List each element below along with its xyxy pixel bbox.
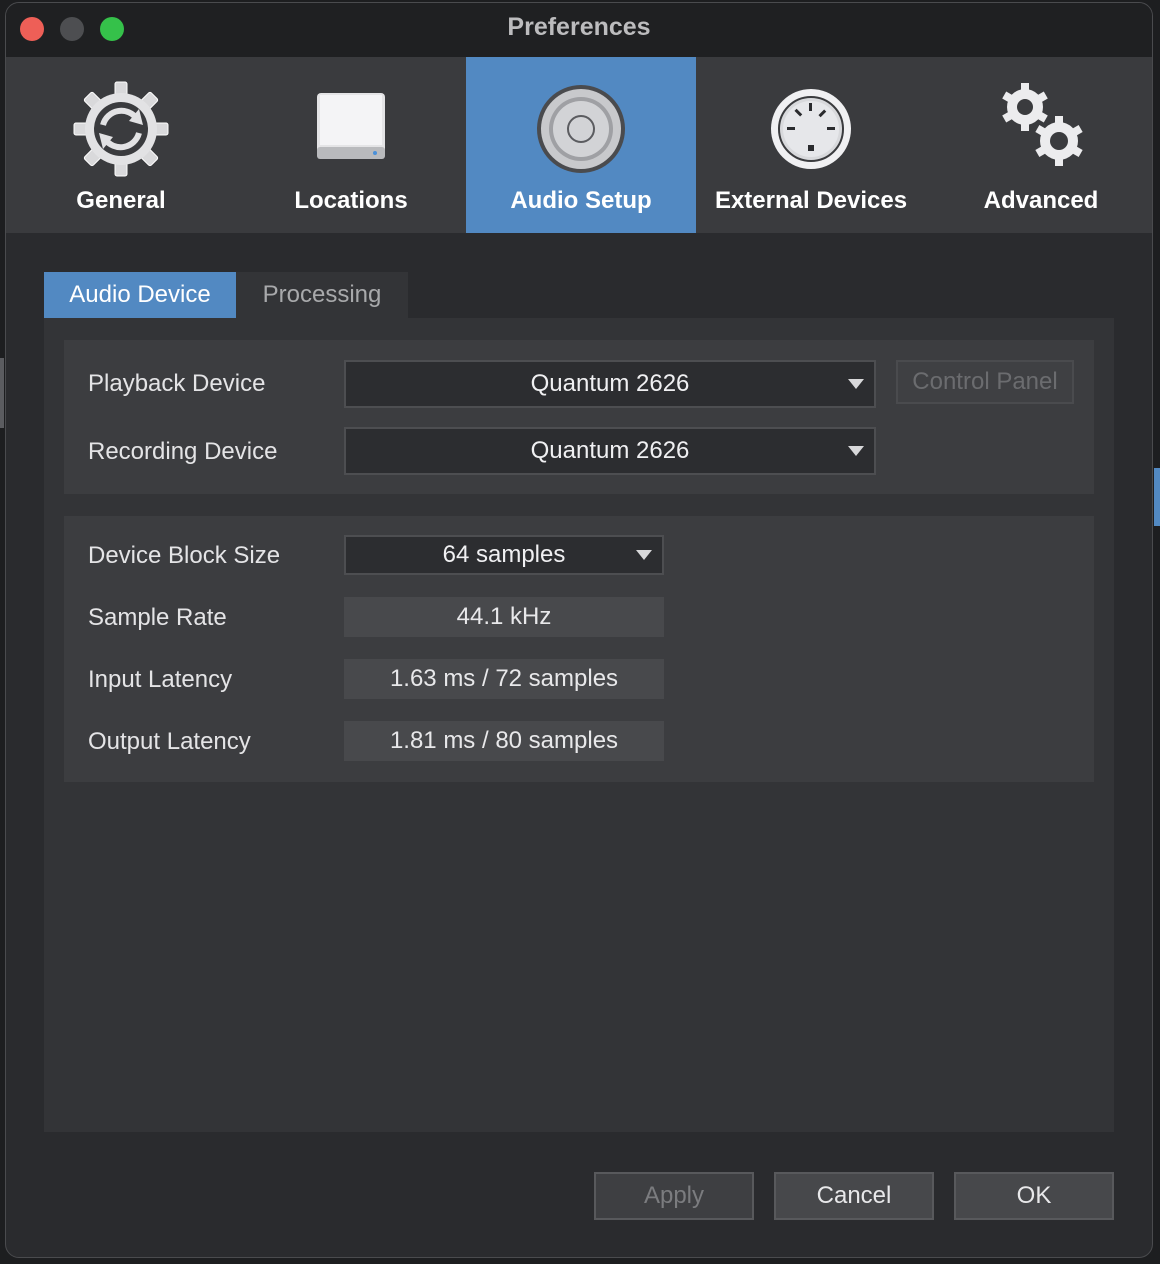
control-panel-button[interactable]: Control Panel xyxy=(896,360,1074,404)
apply-button[interactable]: Apply xyxy=(594,1172,754,1220)
tab-advanced-label: Advanced xyxy=(983,187,1099,214)
gears-icon xyxy=(1002,83,1083,166)
chevron-down-icon xyxy=(636,550,652,560)
block-size-value: 64 samples xyxy=(442,541,566,568)
preferences-window: Preferences General Locations Audio Setu… xyxy=(5,2,1153,1258)
background-window-edge xyxy=(0,358,4,428)
playback-device-label: Playback Device xyxy=(88,370,266,397)
sample-rate-label: Sample Rate xyxy=(88,604,227,631)
tab-external-devices[interactable]: External Devices xyxy=(696,57,926,233)
tab-general[interactable]: General xyxy=(6,57,236,233)
tab-locations[interactable]: Locations xyxy=(236,57,466,233)
tab-audio-setup[interactable]: Audio Setup xyxy=(466,57,696,233)
input-latency-value: 1.63 ms / 72 samples xyxy=(344,659,664,699)
midi-connector-icon xyxy=(771,89,851,169)
sample-rate-value: 44.1 kHz xyxy=(344,597,664,637)
subtab-processing[interactable]: Processing xyxy=(236,272,408,318)
block-size-dropdown[interactable]: 64 samples xyxy=(344,535,664,575)
window-title: Preferences xyxy=(507,13,651,41)
chevron-down-icon xyxy=(848,446,864,456)
tab-advanced[interactable]: Advanced xyxy=(926,57,1152,233)
tab-external-devices-label: External Devices xyxy=(714,187,908,214)
gear-cycle-icon xyxy=(73,81,169,177)
playback-device-value: Quantum 2626 xyxy=(530,370,690,397)
ok-button[interactable]: OK xyxy=(954,1172,1114,1220)
background-window-edge-accent xyxy=(1154,468,1160,526)
block-size-label: Device Block Size xyxy=(88,542,281,569)
preferences-toolbar: General Locations Audio Setup External D… xyxy=(6,57,1152,233)
tab-general-label: General xyxy=(76,187,166,214)
title-bar[interactable]: Preferences xyxy=(6,3,1152,57)
audio-device-panel: Playback Device Quantum 2626 Control Pan… xyxy=(44,318,1114,1132)
speaker-icon xyxy=(537,85,625,173)
chevron-down-icon xyxy=(848,379,864,389)
output-latency-label: Output Latency xyxy=(88,728,251,755)
playback-device-dropdown[interactable]: Quantum 2626 xyxy=(344,360,876,408)
tab-audio-setup-label: Audio Setup xyxy=(510,187,652,214)
drive-icon xyxy=(317,93,385,159)
tab-locations-label: Locations xyxy=(294,187,408,214)
cancel-button[interactable]: Cancel xyxy=(774,1172,934,1220)
recording-device-label: Recording Device xyxy=(88,438,278,465)
subtab-audio-device[interactable]: Audio Device xyxy=(44,272,236,318)
device-selection-group: Playback Device Quantum 2626 Control Pan… xyxy=(64,340,1094,494)
output-latency-value: 1.81 ms / 80 samples xyxy=(344,721,664,761)
recording-device-dropdown[interactable]: Quantum 2626 xyxy=(344,427,876,475)
recording-device-value: Quantum 2626 xyxy=(530,437,690,464)
input-latency-label: Input Latency xyxy=(88,666,233,693)
device-settings-group: Device Block Size 64 samples Sample Rate… xyxy=(64,516,1094,782)
